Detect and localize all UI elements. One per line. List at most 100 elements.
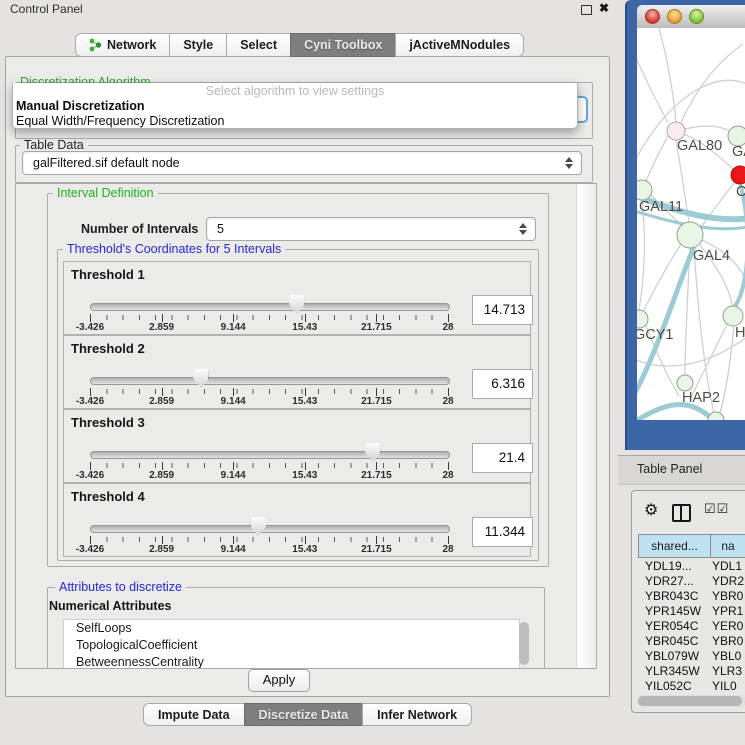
close-icon[interactable]: ✖ — [599, 1, 609, 15]
threshold-value-field[interactable]: 11.344 — [472, 517, 533, 547]
network-edge[interactable] — [718, 326, 734, 418]
table-hscrollbar-track[interactable] — [637, 695, 745, 707]
slider-track[interactable] — [90, 525, 450, 533]
columns-icon[interactable] — [672, 504, 691, 522]
network-node-c[interactable] — [731, 166, 745, 184]
cell-shared-name[interactable]: YDL19... — [638, 559, 709, 574]
threshold-value-field[interactable]: 14.713 — [472, 295, 533, 325]
network-node-ga[interactable] — [728, 126, 745, 146]
tab-impute-data[interactable]: Impute Data — [143, 703, 245, 726]
table-row[interactable]: YER054CYER0 — [638, 619, 745, 634]
float-window-icon[interactable] — [581, 5, 592, 15]
tab-discretize-data[interactable]: Discretize Data — [244, 703, 364, 726]
slider-major-tick — [448, 536, 449, 544]
network-edge[interactable] — [685, 126, 729, 131]
network-node-h[interactable] — [723, 306, 743, 326]
network-view-canvas[interactable]: GAL80GACGAL11GAL4GCY1HHAP2 — [637, 28, 745, 420]
dropdown-option-manual[interactable]: Manual Discretization — [16, 99, 145, 113]
column-header-name[interactable]: na — [711, 534, 745, 558]
slider-track[interactable] — [90, 377, 450, 385]
tab-jactivemnodules[interactable]: jActiveMNodules — [395, 33, 524, 57]
slider-tick-label: -3.426 — [62, 396, 118, 407]
number-of-intervals-spinner[interactable]: 5 — [206, 217, 536, 241]
attribute-item-betweennesscentrality[interactable]: BetweennessCentrality — [64, 654, 519, 669]
checkboxes-icon[interactable]: ☑☑ — [704, 501, 729, 517]
top-tab-bar: NetworkStyleSelectCyni ToolboxjActiveMNo… — [75, 33, 524, 57]
table-hscrollbar-thumb[interactable] — [638, 696, 742, 706]
cell-name[interactable]: YIL0 — [709, 679, 745, 692]
table-row[interactable]: YBR045CYBR0 — [638, 634, 745, 649]
threshold-label: Threshold 3 — [71, 415, 145, 430]
cell-shared-name[interactable]: YPR145W — [638, 604, 709, 619]
table-row[interactable]: YBL079WYBL0 — [638, 649, 745, 664]
number-of-intervals-value: 5 — [217, 222, 224, 236]
table-row[interactable]: YDL19...YDL1 — [638, 559, 745, 574]
slider-major-tick — [90, 388, 91, 396]
close-traffic-light-icon[interactable] — [645, 9, 660, 24]
cell-name[interactable]: YER0 — [709, 619, 745, 634]
minimize-traffic-light-icon[interactable] — [667, 9, 682, 24]
cell-name[interactable]: YBL0 — [709, 649, 745, 664]
slider-major-tick — [448, 314, 449, 322]
bottom-tab-bar: Impute DataDiscretize DataInfer Network — [143, 703, 472, 726]
slider-handle[interactable] — [251, 517, 266, 536]
network-edge[interactable] — [639, 200, 644, 310]
cell-shared-name[interactable]: YBL079W — [638, 649, 709, 664]
column-header-shared-name[interactable]: shared... — [638, 534, 711, 558]
apply-button[interactable]: Apply — [248, 669, 310, 692]
cell-name[interactable]: YPR1 — [709, 604, 745, 619]
numerical-attributes-list[interactable]: SelfLoopsTopologicalCoefficientBetweenne… — [63, 619, 520, 669]
cell-name[interactable]: YDR2 — [709, 574, 745, 589]
dropdown-option-equal-width[interactable]: Equal Width/Frequency Discretization — [16, 114, 224, 128]
tab-network[interactable]: Network — [75, 33, 170, 57]
slider-track[interactable] — [90, 451, 450, 459]
cell-name[interactable]: YBR0 — [709, 634, 745, 649]
threshold-slider-group: Threshold 1 14.713 -3.4262.8599.14415.43… — [63, 261, 531, 335]
attribute-item-topologicalcoefficient[interactable]: TopologicalCoefficient — [64, 637, 519, 654]
cell-name[interactable]: YDL1 — [709, 559, 745, 574]
network-node-gal4[interactable] — [677, 222, 703, 248]
scrollpane-scrollbar-track[interactable] — [576, 184, 596, 668]
slider-track[interactable] — [90, 303, 450, 311]
attributes-list-scrollbar[interactable] — [519, 622, 529, 665]
threshold-label: Threshold 2 — [71, 341, 145, 356]
table-row[interactable]: YPR145WYPR1 — [638, 604, 745, 619]
network-node-gcy1[interactable] — [637, 310, 648, 328]
threshold-value-field[interactable]: 21.4 — [472, 443, 533, 473]
table-data-combobox[interactable]: galFiltered.sif default node — [22, 151, 582, 175]
cell-shared-name[interactable]: YDR27... — [638, 574, 709, 589]
slider-minor-ticks — [90, 463, 449, 468]
network-edge[interactable] — [646, 136, 668, 181]
cell-shared-name[interactable]: YBR043C — [638, 589, 709, 604]
network-node-label: C — [736, 184, 745, 200]
tab-cyni-toolbox[interactable]: Cyni Toolbox — [290, 33, 396, 57]
network-node-hap2[interactable] — [677, 375, 693, 391]
gear-icon[interactable]: ⚙ — [644, 500, 658, 520]
cell-shared-name[interactable]: YBR045C — [638, 634, 709, 649]
cell-name[interactable]: YBR0 — [709, 589, 745, 604]
table-row[interactable]: YLR345WYLR3 — [638, 664, 745, 679]
cell-shared-name[interactable]: YER054C — [638, 619, 709, 634]
slider-handle[interactable] — [365, 443, 380, 462]
network-node[interactable] — [708, 412, 724, 420]
cell-shared-name[interactable]: YIL052C — [638, 679, 709, 692]
cell-shared-name[interactable]: YLR345W — [638, 664, 709, 679]
zoom-traffic-light-icon[interactable] — [689, 9, 704, 24]
network-edge-thick[interactable] — [735, 186, 745, 306]
threshold-value-field[interactable]: 6.316 — [472, 369, 533, 399]
tab-style[interactable]: Style — [169, 33, 227, 57]
network-edge-thick[interactable] — [637, 405, 713, 420]
slider-tick-label: 9.144 — [205, 322, 261, 333]
table-row[interactable]: YIL052CYIL0 — [638, 679, 745, 692]
network-node-gal11[interactable] — [637, 180, 652, 200]
cell-name[interactable]: YLR3 — [709, 664, 745, 679]
attribute-item-selfloops[interactable]: SelfLoops — [64, 620, 519, 637]
tab-infer-network[interactable]: Infer Network — [362, 703, 472, 726]
network-edge[interactable] — [694, 248, 714, 413]
slider-handle[interactable] — [289, 295, 304, 314]
slider-handle[interactable] — [193, 369, 208, 388]
table-row[interactable]: YBR043CYBR0 — [638, 589, 745, 604]
tab-select[interactable]: Select — [226, 33, 291, 57]
network-edge[interactable] — [637, 50, 668, 123]
table-row[interactable]: YDR27...YDR2 — [638, 574, 745, 589]
